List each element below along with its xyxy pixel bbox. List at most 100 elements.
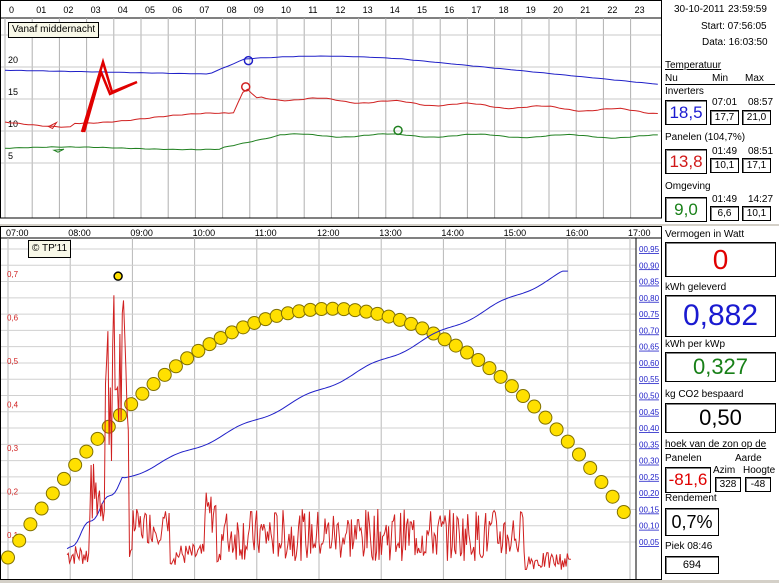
right-tick-label: 00,65	[639, 343, 660, 352]
power-label: Vermogen in Watt	[665, 229, 745, 240]
hour-label: 12	[335, 5, 345, 15]
sun-aarde-label: Aarde	[735, 453, 762, 464]
left-tick-label: 0,3	[7, 444, 19, 453]
time-label: 16:00	[566, 228, 589, 238]
y-tick-label: 20	[8, 55, 18, 65]
omgeving-now-value: 9,0	[665, 197, 707, 222]
sun-elevation-point	[460, 345, 475, 360]
left-tick-label: 0,2	[7, 488, 19, 497]
time-label: 11:00	[255, 228, 277, 238]
hour-label: 01	[36, 5, 46, 15]
sun-elevation-point	[12, 533, 27, 548]
sun-elevation-point	[45, 486, 60, 501]
sun-elevation-point	[448, 338, 463, 353]
sun-elevation-point	[135, 386, 150, 401]
hour-label: 06	[172, 5, 182, 15]
inverters-min-time: 07:01	[712, 97, 738, 108]
right-tick-label: 00,70	[639, 326, 660, 335]
hour-label: 11	[308, 5, 317, 15]
time-label: 07:00	[6, 228, 29, 238]
left-tick-label: 0,7	[7, 270, 19, 279]
start-text: Start: 07:56:05	[701, 21, 767, 32]
sun-elevation-point	[56, 471, 71, 486]
date-text: 30-10-2011	[674, 4, 725, 15]
panelen-max-marker	[240, 82, 251, 92]
right-tick-label: 00,35	[639, 440, 660, 449]
right-tick-label: 00,45	[639, 408, 660, 417]
time-label: 17:00	[628, 228, 651, 238]
kwh-label: kWh geleverd	[665, 282, 727, 293]
hour-label: 04	[118, 5, 128, 15]
right-tick-label: 00,75	[639, 310, 660, 319]
hour-label: 07	[199, 5, 209, 15]
right-tick-label: 00,30	[639, 457, 660, 466]
omgeving-label: Omgeving	[665, 181, 711, 192]
right-tick-label: 00,25	[639, 473, 660, 482]
hour-label: 18	[499, 5, 509, 15]
sun-elevation-point	[538, 410, 553, 425]
inverters-max-time: 08:57	[748, 97, 774, 108]
stats-panel: 30-10-2011 23:59:59 Start: 07:56:05 Data…	[662, 0, 779, 580]
time-label: 09:00	[130, 228, 153, 238]
piek-value: 694	[665, 556, 719, 574]
temperature-chart-svg: 0 01 02 03 04 05 06 07 08 09 10 11 12 13 14 15 16 17 18 19 2…	[0, 0, 663, 219]
sun-elevation-point	[90, 431, 105, 446]
sun-angle-label: hoek van de zon op de	[665, 439, 767, 450]
hour-label: 08	[227, 5, 237, 15]
hour-label: 20	[553, 5, 563, 15]
panelen-max-value: 17,1	[742, 158, 771, 173]
right-tick-label: 00,80	[639, 294, 660, 303]
time-label: 15:00	[504, 228, 527, 238]
hour-label: 05	[145, 5, 155, 15]
hour-label: 09	[254, 5, 264, 15]
omgeving-max-time: 14:27	[748, 194, 774, 205]
panelen-min-marker	[47, 121, 58, 130]
power-value: 0	[665, 242, 776, 277]
sun-elevation-point	[34, 501, 49, 516]
rendement-value: 0,7%	[665, 508, 719, 536]
sun-elevation-point	[560, 434, 575, 449]
hour-label: 21	[580, 5, 590, 15]
hour-label: 17	[471, 5, 481, 15]
omgeving-max-value: 10,1	[742, 206, 771, 221]
co2-value: 0,50	[665, 403, 776, 433]
sun-elevation-point	[112, 408, 127, 423]
sun-elevation-point	[571, 447, 586, 462]
hour-label: 16	[444, 5, 454, 15]
sun-elevation-point	[191, 343, 206, 358]
hour-label: 13	[363, 5, 373, 15]
inverters-max-marker	[243, 55, 254, 66]
right-tick-label: 00,05	[639, 538, 660, 547]
sun-elevation-point	[23, 517, 38, 532]
time-label: 08:00	[68, 228, 91, 238]
time-label: 10:00	[193, 228, 216, 238]
sun-elevation-point	[68, 457, 83, 472]
annotation-label: Vanaf middernacht	[8, 22, 100, 38]
hour-label: 02	[63, 5, 73, 15]
right-tick-label: 00,40	[639, 424, 660, 433]
col-now: Nu	[665, 73, 678, 84]
left-tick-label: 0,4	[7, 401, 19, 410]
sun-azim-value: 328	[715, 477, 741, 492]
omgeving-min-value: 6,6	[710, 206, 739, 221]
hour-label: 19	[526, 5, 536, 15]
sun-azim-label: Azim	[713, 465, 736, 476]
inverters-min-value: 17,7	[710, 110, 739, 125]
sun-elevation-point	[504, 379, 519, 394]
y-tick-label: 15	[8, 87, 18, 97]
sun-elevation-point	[549, 422, 564, 437]
omgeving-max-marker	[393, 125, 403, 136]
rendement-label: Rendement	[665, 493, 717, 504]
hour-label: 0	[9, 5, 14, 15]
bottom-chart-frame	[0, 226, 662, 580]
time-label: 12:00	[317, 228, 340, 238]
sun-elevation-point	[594, 475, 609, 490]
time-label: 14:00	[441, 228, 464, 238]
sun-elevation-point	[527, 399, 542, 414]
sun-elevation-point	[616, 504, 631, 519]
sun-hoogte-value: -48	[745, 477, 771, 492]
hour-label: 23	[635, 5, 645, 15]
sun-elevation-point	[493, 369, 508, 384]
right-tick-label: 00,85	[639, 278, 660, 287]
col-max: Max	[745, 73, 764, 84]
